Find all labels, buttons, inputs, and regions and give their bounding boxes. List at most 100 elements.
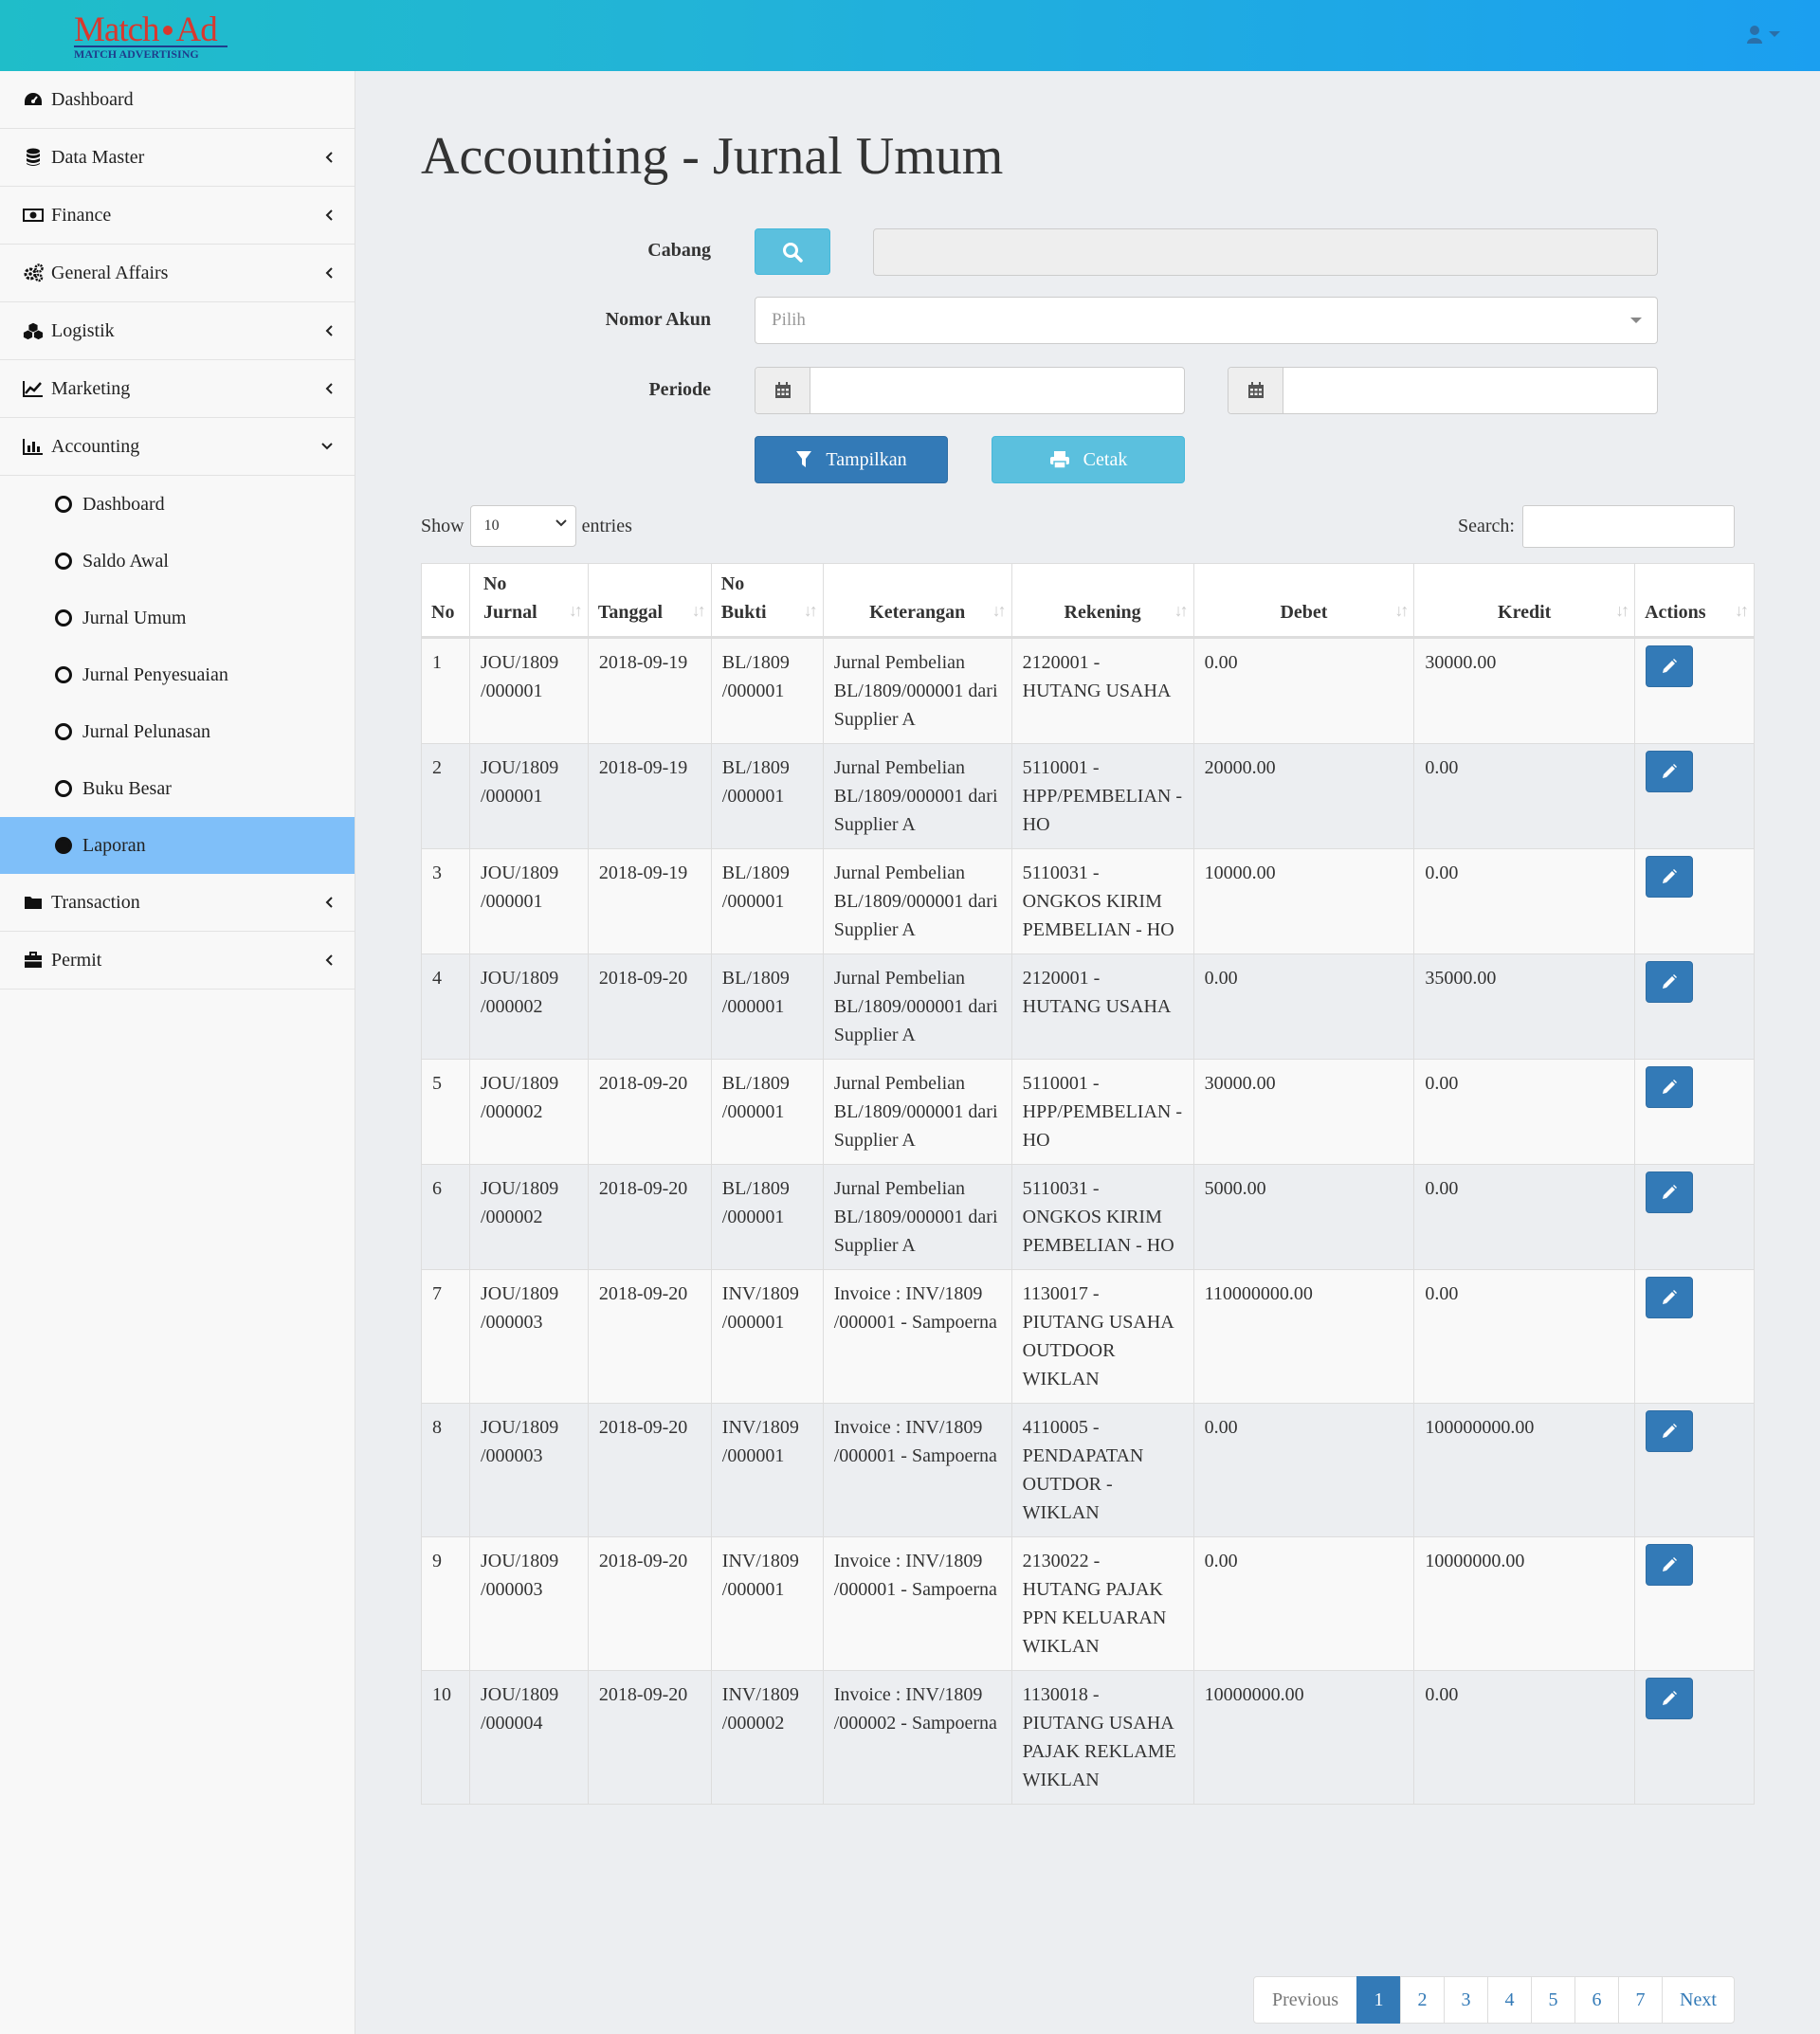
cell-debet: 0.00 <box>1192 1536 1415 1671</box>
sidebar-item-finance[interactable]: Finance <box>0 187 355 245</box>
table-row: 3 JOU/1809 /000001 2018-09-19 BL/1809 /0000… <box>421 848 1755 954</box>
user-icon <box>1747 26 1762 44</box>
calendar-icon[interactable] <box>755 368 810 413</box>
pagination-page[interactable]: 2 <box>1400 1976 1445 2024</box>
sidebar-item-label: General Affairs <box>51 262 169 283</box>
pencil-icon <box>1663 1691 1678 1705</box>
edit-button[interactable] <box>1646 751 1694 792</box>
periode-end-field[interactable] <box>1228 367 1658 414</box>
user-menu[interactable] <box>1746 25 1780 44</box>
sidebar-item-label: Finance <box>51 204 112 226</box>
calendar-icon[interactable] <box>1228 368 1283 413</box>
cell-tanggal: 2018-09-20 <box>587 953 712 1060</box>
circle-icon <box>55 553 72 570</box>
sidebar-subitem-label: Jurnal Umum <box>82 607 187 628</box>
search-cabang-button[interactable] <box>755 228 830 275</box>
cell-no-jurnal: JOU/1809 /000002 <box>468 1059 589 1165</box>
sidebar: Dashboard Data Master Finance General Af… <box>0 71 355 2034</box>
pagination-page[interactable]: 3 <box>1444 1976 1488 2024</box>
cell-kredit: 0.00 <box>1413 1269 1636 1404</box>
cell-tanggal: 2018-09-20 <box>587 1670 712 1805</box>
tampilkan-button[interactable]: Tampilkan <box>755 436 948 483</box>
table-row: 7 JOU/1809 /000003 2018-09-20 INV/1809 /000… <box>421 1269 1755 1404</box>
col-header-no-bukti[interactable]: No Bukti ↓↑ <box>710 563 824 639</box>
pencil-icon <box>1663 1424 1678 1438</box>
edit-button[interactable] <box>1646 1544 1694 1586</box>
nomor-akun-select[interactable]: Pilih <box>755 297 1658 344</box>
sidebar-subitem-label: Jurnal Penyesuaian <box>82 663 228 685</box>
cell-no-bukti: BL/1809 /000001 <box>710 1164 824 1270</box>
sidebar-item-logistik[interactable]: Logistik <box>0 302 355 360</box>
col-header-no[interactable]: No <box>421 563 470 639</box>
pagination-page[interactable]: 6 <box>1574 1976 1619 2024</box>
edit-button[interactable] <box>1646 1277 1694 1318</box>
sidebar-item-accounting[interactable]: Accounting <box>0 418 355 476</box>
cell-no: 4 <box>421 953 470 1060</box>
cell-kredit: 30000.00 <box>1413 637 1636 744</box>
pagination-page[interactable]: 7 <box>1618 1976 1663 2024</box>
top-navbar: Match Ad MATCH ADVERTISING <box>0 0 1820 71</box>
edit-button[interactable] <box>1646 1410 1694 1452</box>
sidebar-item-label: Marketing <box>51 377 131 399</box>
edit-button[interactable] <box>1646 856 1694 898</box>
sidebar-item-label: Transaction <box>51 891 140 913</box>
edit-button[interactable] <box>1646 1171 1694 1213</box>
cell-actions <box>1634 1164 1755 1270</box>
cell-no-bukti: BL/1809 /000001 <box>710 637 824 744</box>
pagination-page[interactable]: 1 <box>1356 1976 1401 2024</box>
database-icon <box>23 147 44 168</box>
nomor-akun-label: Nomor Akun <box>605 309 711 330</box>
col-header-no-jurnal[interactable]: No Jurnal ↓↑ <box>468 563 589 639</box>
sidebar-subitem-buku-besar[interactable]: Buku Besar <box>0 760 355 817</box>
sidebar-subitem-laporan[interactable]: Laporan <box>0 817 355 874</box>
sidebar-subitem-jurnal-penyesuaian[interactable]: Jurnal Penyesuaian <box>0 646 355 703</box>
dashboard-icon <box>23 89 44 110</box>
cetak-button[interactable]: Cetak <box>992 436 1185 483</box>
sidebar-subitem-dashboard[interactable]: Dashboard <box>0 476 355 533</box>
col-header-actions[interactable]: Actions ↓↑ <box>1634 563 1755 639</box>
entries-length-select[interactable]: 10 <box>469 505 576 547</box>
edit-button[interactable] <box>1646 1066 1694 1108</box>
pagination-page[interactable]: 5 <box>1531 1976 1575 2024</box>
sidebar-item-general-affairs[interactable]: General Affairs <box>0 245 355 302</box>
pagination-next[interactable]: Next <box>1662 1976 1735 2024</box>
edit-button[interactable] <box>1646 961 1694 1003</box>
col-header-kredit[interactable]: Kredit ↓↑ <box>1413 563 1636 639</box>
edit-button[interactable] <box>1646 1678 1694 1719</box>
col-header-tanggal[interactable]: Tanggal ↓↑ <box>587 563 712 639</box>
pagination-page[interactable]: 4 <box>1487 1976 1532 2024</box>
sidebar-item-dashboard[interactable]: Dashboard <box>0 71 355 129</box>
sort-icon: ↓↑ <box>568 601 583 620</box>
col-header-debet[interactable]: Debet ↓↑ <box>1192 563 1415 639</box>
cabang-input[interactable] <box>873 228 1658 276</box>
pencil-icon <box>1663 764 1678 778</box>
sidebar-subitem-jurnal-pelunasan[interactable]: Jurnal Pelunasan <box>0 703 355 760</box>
filter-icon <box>796 451 812 467</box>
sidebar-subitem-jurnal-umum[interactable]: Jurnal Umum <box>0 590 355 646</box>
sort-icon: ↓↑ <box>1394 601 1409 620</box>
pagination: Previous 1 2 3 4 5 6 7 Next <box>1253 1976 1735 2024</box>
cell-tanggal: 2018-09-19 <box>587 743 712 849</box>
sidebar-item-permit[interactable]: Permit <box>0 932 355 990</box>
chevron-left-icon <box>325 325 333 336</box>
pagination-previous[interactable]: Previous <box>1253 1976 1357 2024</box>
brand-logo[interactable]: Match Ad MATCH ADVERTISING <box>74 11 230 63</box>
sidebar-item-transaction[interactable]: Transaction <box>0 874 355 932</box>
col-header-rekening[interactable]: Rekening ↓↑ <box>1010 563 1194 639</box>
search-input[interactable] <box>1522 505 1735 548</box>
periode-start-field[interactable] <box>755 367 1185 414</box>
sidebar-item-marketing[interactable]: Marketing <box>0 360 355 418</box>
edit-button[interactable] <box>1646 645 1694 687</box>
sidebar-item-data-master[interactable]: Data Master <box>0 129 355 187</box>
caret-down-icon <box>1769 31 1780 37</box>
cell-keterangan: Jurnal Pembelian BL/1809/000001 dari Sup… <box>822 953 1012 1060</box>
chevron-left-icon <box>325 954 333 966</box>
cell-no: 5 <box>421 1059 470 1165</box>
briefcase-icon <box>23 950 44 971</box>
cell-keterangan: Jurnal Pembelian BL/1809/000001 dari Sup… <box>822 1164 1012 1270</box>
cell-kredit: 0.00 <box>1413 848 1636 954</box>
table-header-row: No No Jurnal ↓↑ Tanggal ↓↑ No Bukti ↓↑ Kete… <box>421 563 1755 639</box>
money-icon <box>23 205 44 226</box>
sidebar-subitem-saldo-awal[interactable]: Saldo Awal <box>0 533 355 590</box>
col-header-keterangan[interactable]: Keterangan ↓↑ <box>822 563 1012 639</box>
